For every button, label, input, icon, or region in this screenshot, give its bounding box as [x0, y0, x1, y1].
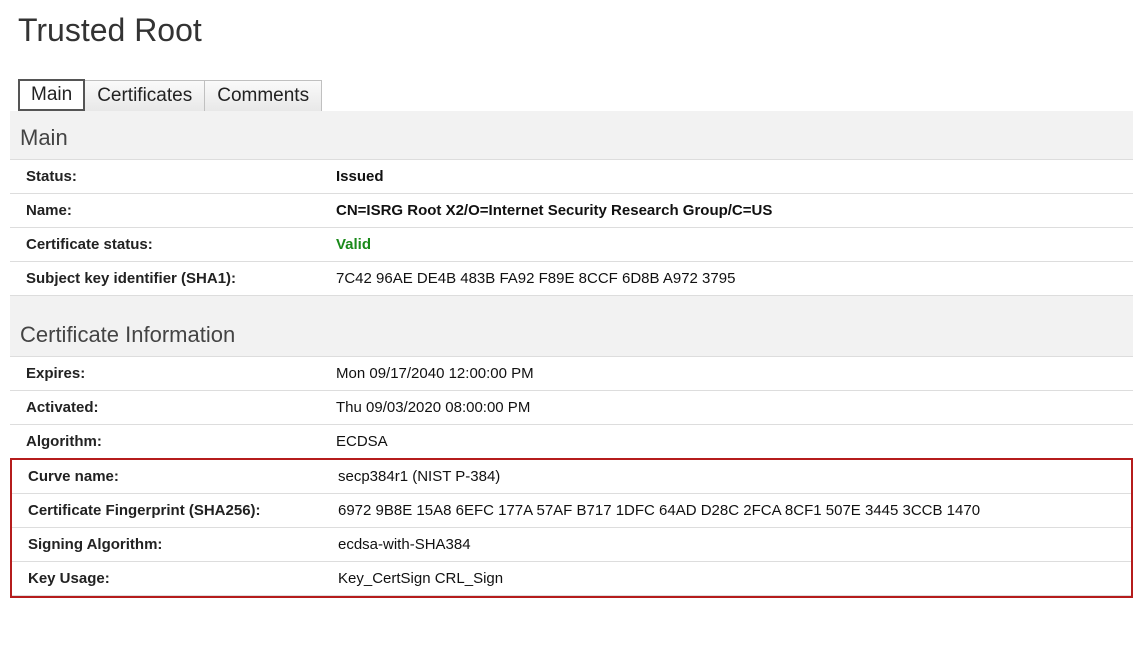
row-fingerprint: Certificate Fingerprint (SHA256): 6972 9… — [12, 493, 1131, 527]
label-algorithm: Algorithm: — [26, 433, 336, 450]
value-name: CN=ISRG Root X2/O=Internet Security Rese… — [336, 202, 1117, 219]
label-certificate-status: Certificate status: — [26, 236, 336, 253]
label-signing-algorithm: Signing Algorithm: — [28, 536, 338, 553]
tabs: Main Certificates Comments — [18, 79, 1133, 111]
value-signing-algorithm: ecdsa-with-SHA384 — [338, 536, 1115, 553]
row-algorithm: Algorithm: ECDSA — [10, 424, 1133, 459]
tab-comments[interactable]: Comments — [205, 80, 322, 111]
main-rows: Status: Issued Name: CN=ISRG Root X2/O=I… — [10, 159, 1133, 296]
tab-main[interactable]: Main — [18, 79, 85, 111]
row-status: Status: Issued — [10, 159, 1133, 193]
label-name: Name: — [26, 202, 336, 219]
row-curve-name: Curve name: secp384r1 (NIST P-384) — [12, 460, 1131, 493]
label-curve-name: Curve name: — [28, 468, 338, 485]
tab-certificates[interactable]: Certificates — [85, 80, 205, 111]
certinfo-highlighted-rows: Curve name: secp384r1 (NIST P-384) Certi… — [10, 458, 1133, 598]
tab-panel-main: Main Status: Issued Name: CN=ISRG Root X… — [10, 111, 1133, 598]
value-certificate-status: Valid — [336, 236, 1117, 253]
section-heading-main: Main — [20, 125, 1133, 151]
label-activated: Activated: — [26, 399, 336, 416]
row-expires: Expires: Mon 09/17/2040 12:00:00 PM — [10, 356, 1133, 390]
value-key-usage: Key_CertSign CRL_Sign — [338, 570, 1115, 587]
value-curve-name: secp384r1 (NIST P-384) — [338, 468, 1115, 485]
page-title: Trusted Root — [18, 12, 1133, 49]
row-signing-algorithm: Signing Algorithm: ecdsa-with-SHA384 — [12, 527, 1131, 561]
label-fingerprint: Certificate Fingerprint (SHA256): — [28, 502, 338, 519]
section-heading-certinfo: Certificate Information — [20, 322, 1133, 348]
value-algorithm: ECDSA — [336, 433, 1117, 450]
row-certificate-status: Certificate status: Valid — [10, 227, 1133, 261]
label-key-usage: Key Usage: — [28, 570, 338, 587]
label-status: Status: — [26, 168, 336, 185]
value-expires: Mon 09/17/2040 12:00:00 PM — [336, 365, 1117, 382]
label-expires: Expires: — [26, 365, 336, 382]
value-activated: Thu 09/03/2020 08:00:00 PM — [336, 399, 1117, 416]
certinfo-rows: Expires: Mon 09/17/2040 12:00:00 PM Acti… — [10, 356, 1133, 459]
value-ski: 7C42 96AE DE4B 483B FA92 F89E 8CCF 6D8B … — [336, 270, 1117, 287]
row-name: Name: CN=ISRG Root X2/O=Internet Securit… — [10, 193, 1133, 227]
value-status: Issued — [336, 168, 1117, 185]
row-key-usage: Key Usage: Key_CertSign CRL_Sign — [12, 561, 1131, 596]
label-ski: Subject key identifier (SHA1): — [26, 270, 336, 287]
row-activated: Activated: Thu 09/03/2020 08:00:00 PM — [10, 390, 1133, 424]
row-ski: Subject key identifier (SHA1): 7C42 96AE… — [10, 261, 1133, 296]
value-fingerprint: 6972 9B8E 15A8 6EFC 177A 57AF B717 1DFC … — [338, 502, 1115, 519]
